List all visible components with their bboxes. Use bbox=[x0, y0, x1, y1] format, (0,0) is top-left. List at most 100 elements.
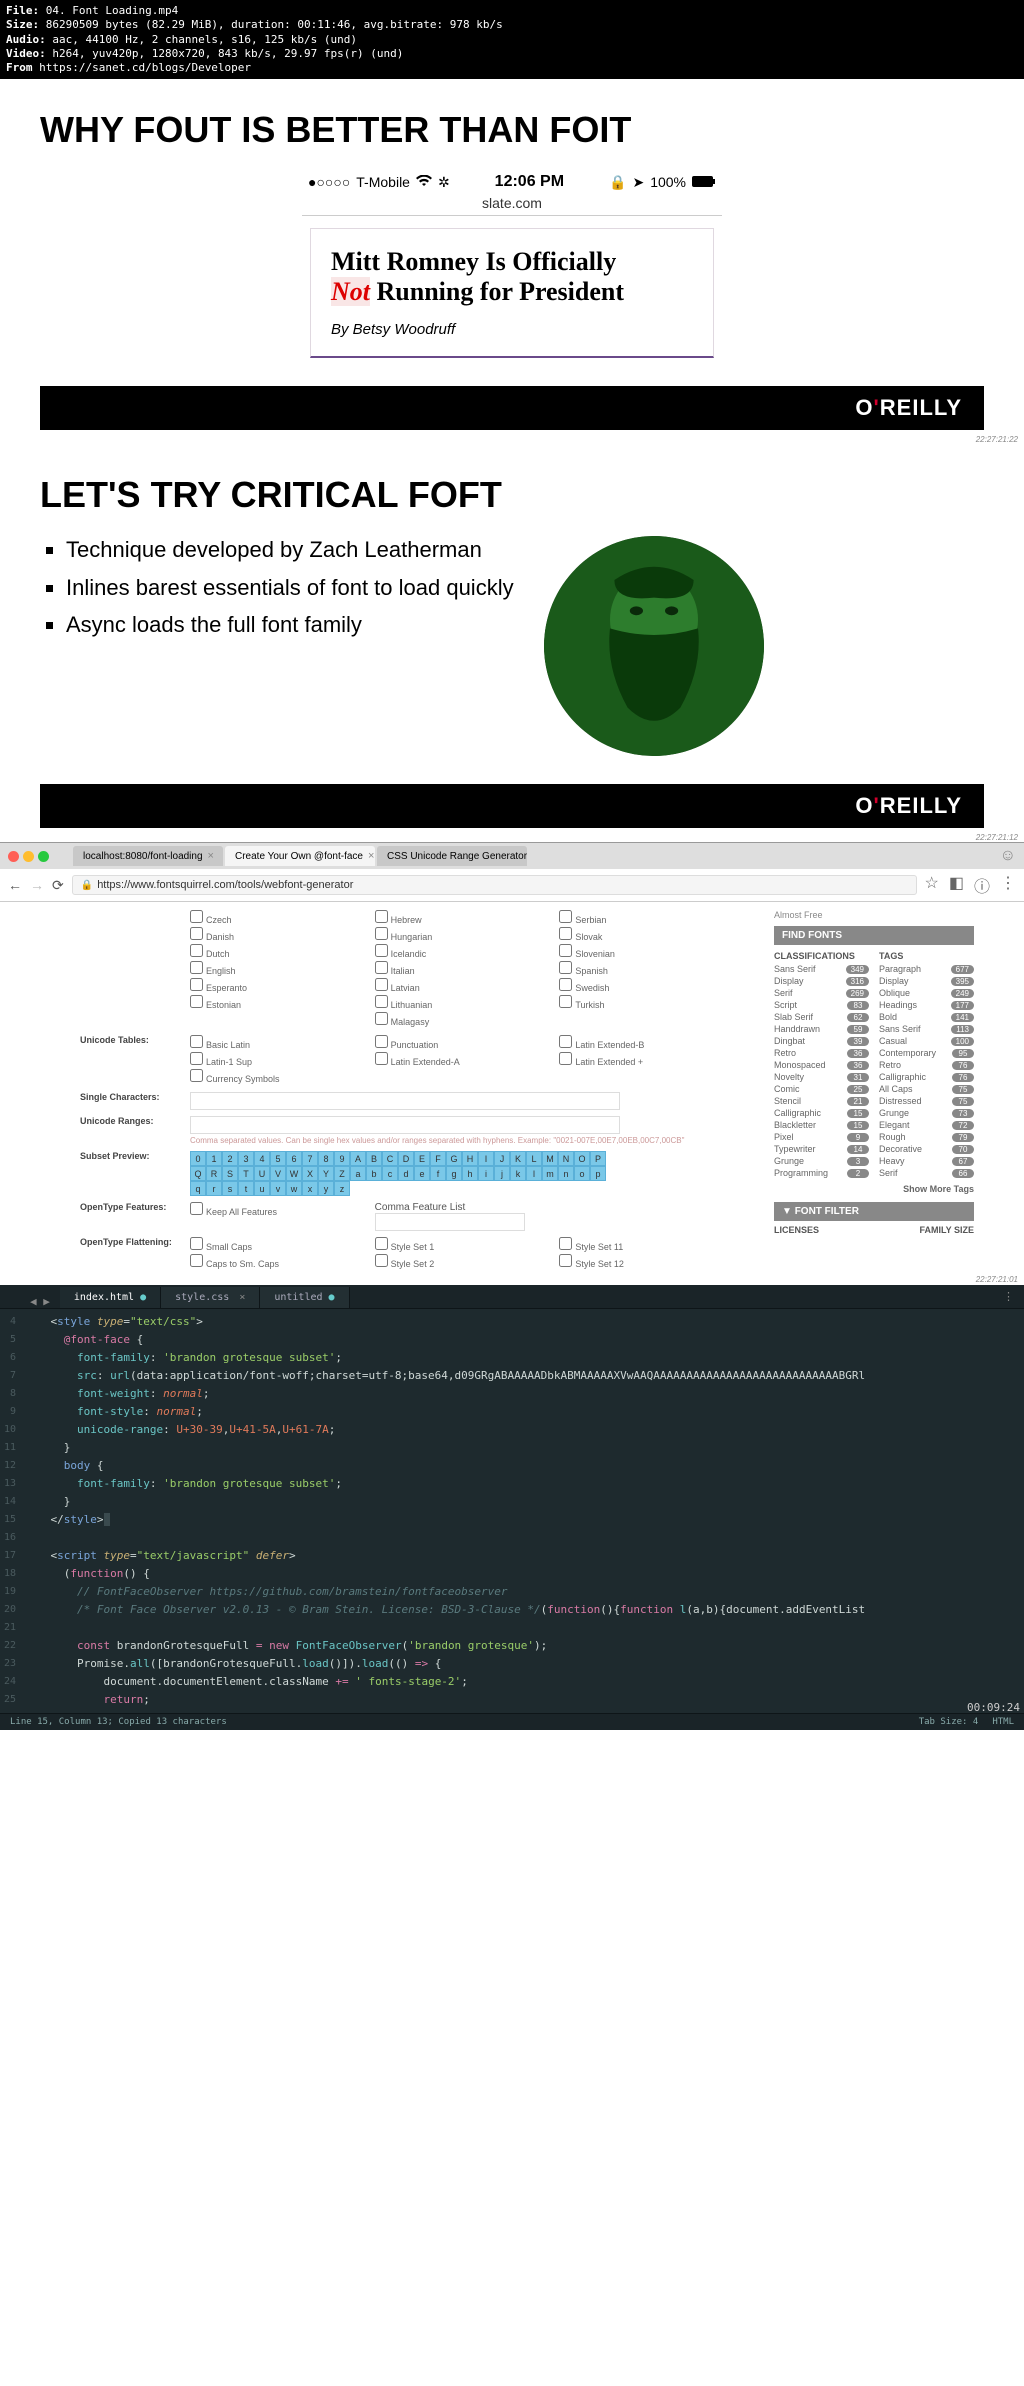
checkbox-option[interactable]: Punctuation bbox=[375, 1035, 560, 1050]
tag-row[interactable]: Handdrawn59 bbox=[774, 1024, 869, 1034]
checkbox-option[interactable]: Latin Extended-B bbox=[559, 1035, 744, 1050]
tab-close-icon[interactable]: × bbox=[239, 1292, 245, 1303]
tag-row[interactable]: Rough79 bbox=[879, 1132, 974, 1142]
editor-tab-style[interactable]: style.css× bbox=[161, 1287, 260, 1308]
checkbox-option[interactable]: Currency Symbols bbox=[190, 1069, 375, 1084]
checkbox-option[interactable]: Estonian bbox=[190, 995, 375, 1010]
editor-tab-untitled[interactable]: untitled● bbox=[260, 1287, 349, 1308]
single-chars-input[interactable] bbox=[190, 1092, 620, 1110]
tag-row[interactable]: Sans Serif349 bbox=[774, 964, 869, 974]
comma-list-input[interactable] bbox=[375, 1213, 525, 1231]
status-language[interactable]: HTML bbox=[992, 1717, 1014, 1727]
tag-row[interactable]: Slab Serif62 bbox=[774, 1012, 869, 1022]
checkbox-option[interactable]: Danish bbox=[190, 927, 375, 942]
tag-row[interactable]: Sans Serif113 bbox=[879, 1024, 974, 1034]
editor-menu-icon[interactable]: ⋮ bbox=[993, 1285, 1024, 1308]
checkbox-option[interactable]: Caps to Sm. Caps bbox=[190, 1254, 375, 1269]
checkbox-option[interactable]: Dutch bbox=[190, 944, 375, 959]
checkbox-option[interactable]: Slovak bbox=[559, 927, 744, 942]
browser-tab-3[interactable]: CSS Unicode Range Generator× bbox=[377, 846, 527, 866]
editor-tab-index[interactable]: index.html● bbox=[60, 1287, 161, 1308]
tag-row[interactable]: Display395 bbox=[879, 976, 974, 986]
info-icon[interactable]: ⓘ bbox=[974, 873, 990, 897]
reload-icon[interactable]: ⟳ bbox=[52, 877, 64, 894]
checkbox-option[interactable]: Style Set 1 bbox=[375, 1237, 560, 1252]
tab-close-icon[interactable]: × bbox=[368, 850, 374, 862]
unicode-ranges-input[interactable] bbox=[190, 1116, 620, 1134]
tag-row[interactable]: Headings177 bbox=[879, 1000, 974, 1010]
checkbox-option[interactable]: Icelandic bbox=[375, 944, 560, 959]
checkbox-option[interactable]: Latvian bbox=[375, 978, 560, 993]
checkbox-option[interactable]: Turkish bbox=[559, 995, 744, 1010]
checkbox-option[interactable]: Style Set 11 bbox=[559, 1237, 744, 1252]
checkbox-option[interactable]: Style Set 2 bbox=[375, 1254, 560, 1269]
tag-row[interactable]: Bold141 bbox=[879, 1012, 974, 1022]
tag-row[interactable]: Retro76 bbox=[879, 1060, 974, 1070]
status-tabsize[interactable]: Tab Size: 4 bbox=[919, 1717, 979, 1727]
tag-row[interactable]: Decorative70 bbox=[879, 1144, 974, 1154]
tag-row[interactable]: Comic25 bbox=[774, 1084, 869, 1094]
tag-row[interactable]: Paragraph677 bbox=[879, 964, 974, 974]
forward-icon[interactable]: → bbox=[30, 877, 44, 893]
checkbox-option[interactable]: Latin Extended + bbox=[559, 1052, 744, 1067]
browser-tab-1[interactable]: localhost:8080/font-loading× bbox=[73, 846, 223, 866]
tag-row[interactable]: Casual100 bbox=[879, 1036, 974, 1046]
tag-row[interactable]: Elegant72 bbox=[879, 1120, 974, 1130]
tag-row[interactable]: Serif269 bbox=[774, 988, 869, 998]
checkbox-option[interactable]: Hungarian bbox=[375, 927, 560, 942]
checkbox-option[interactable]: Italian bbox=[375, 961, 560, 976]
window-maximize-icon[interactable] bbox=[38, 851, 49, 862]
extension-icon[interactable]: ◧ bbox=[949, 873, 964, 897]
tag-row[interactable]: Blackletter15 bbox=[774, 1120, 869, 1130]
checkbox-option[interactable]: Hebrew bbox=[375, 910, 560, 925]
checkbox-option[interactable]: Basic Latin bbox=[190, 1035, 375, 1050]
tag-row[interactable]: Distressed75 bbox=[879, 1096, 974, 1106]
tag-row[interactable]: All Caps75 bbox=[879, 1084, 974, 1094]
tag-row[interactable]: Calligraphic76 bbox=[879, 1072, 974, 1082]
checkbox-option[interactable]: Swedish bbox=[559, 978, 744, 993]
font-filter-header[interactable]: ▼ FONT FILTER bbox=[774, 1202, 974, 1221]
checkbox-option[interactable]: Latin Extended-A bbox=[375, 1052, 560, 1067]
tag-row[interactable]: Oblique249 bbox=[879, 988, 974, 998]
code-area[interactable]: <style type="text/css"> @font-face { fon… bbox=[24, 1309, 865, 1713]
checkbox-option[interactable]: Esperanto bbox=[190, 978, 375, 993]
tag-row[interactable]: Heavy67 bbox=[879, 1156, 974, 1166]
tag-row[interactable]: Grunge73 bbox=[879, 1108, 974, 1118]
sidebar-toggle-icon[interactable]: ◀ ▶ bbox=[30, 1295, 50, 1308]
tag-row[interactable]: Calligraphic15 bbox=[774, 1108, 869, 1118]
window-minimize-icon[interactable] bbox=[23, 851, 34, 862]
checkbox-option[interactable]: Malagasy bbox=[375, 1012, 560, 1027]
checkbox-option[interactable]: Serbian bbox=[559, 910, 744, 925]
checkbox-option[interactable]: English bbox=[190, 961, 375, 976]
checkbox-option[interactable]: Lithuanian bbox=[375, 995, 560, 1010]
tag-row[interactable]: Typewriter14 bbox=[774, 1144, 869, 1154]
tag-row[interactable]: Grunge3 bbox=[774, 1156, 869, 1166]
checkbox-option[interactable]: Latin-1 Sup bbox=[190, 1052, 375, 1067]
sidebar-promo[interactable]: Almost Free bbox=[774, 910, 974, 920]
tag-row[interactable]: Retro36 bbox=[774, 1048, 869, 1058]
keep-all-checkbox[interactable]: Keep All Features bbox=[190, 1202, 375, 1217]
tab-close-icon[interactable]: × bbox=[208, 850, 214, 862]
checkbox-option[interactable]: Slovenian bbox=[559, 944, 744, 959]
tag-row[interactable]: Display316 bbox=[774, 976, 869, 986]
tag-row[interactable]: Dingbat39 bbox=[774, 1036, 869, 1046]
tag-row[interactable]: Novelty31 bbox=[774, 1072, 869, 1082]
tag-row[interactable]: Contemporary95 bbox=[879, 1048, 974, 1058]
back-icon[interactable]: ← bbox=[8, 877, 22, 893]
tag-row[interactable]: Monospaced36 bbox=[774, 1060, 869, 1070]
checkbox-option[interactable]: Spanish bbox=[559, 961, 744, 976]
tag-row[interactable]: Programming2 bbox=[774, 1168, 869, 1178]
tag-row[interactable]: Script83 bbox=[774, 1000, 869, 1010]
address-bar[interactable]: 🔒https://www.fontsquirrel.com/tools/webf… bbox=[72, 875, 917, 895]
window-close-icon[interactable] bbox=[8, 851, 19, 862]
star-icon[interactable]: ☆ bbox=[925, 873, 939, 897]
browser-tab-2[interactable]: Create Your Own @font-face× bbox=[225, 846, 375, 866]
show-more-tags[interactable]: Show More Tags bbox=[774, 1184, 974, 1194]
profile-icon[interactable]: ☺ bbox=[1000, 847, 1016, 865]
tag-row[interactable]: Pixel9 bbox=[774, 1132, 869, 1142]
checkbox-option[interactable]: Style Set 12 bbox=[559, 1254, 744, 1269]
checkbox-option[interactable]: Small Caps bbox=[190, 1237, 375, 1252]
checkbox-option[interactable]: Czech bbox=[190, 910, 375, 925]
menu-icon[interactable]: ⋮ bbox=[1000, 873, 1016, 897]
tag-row[interactable]: Serif66 bbox=[879, 1168, 974, 1178]
